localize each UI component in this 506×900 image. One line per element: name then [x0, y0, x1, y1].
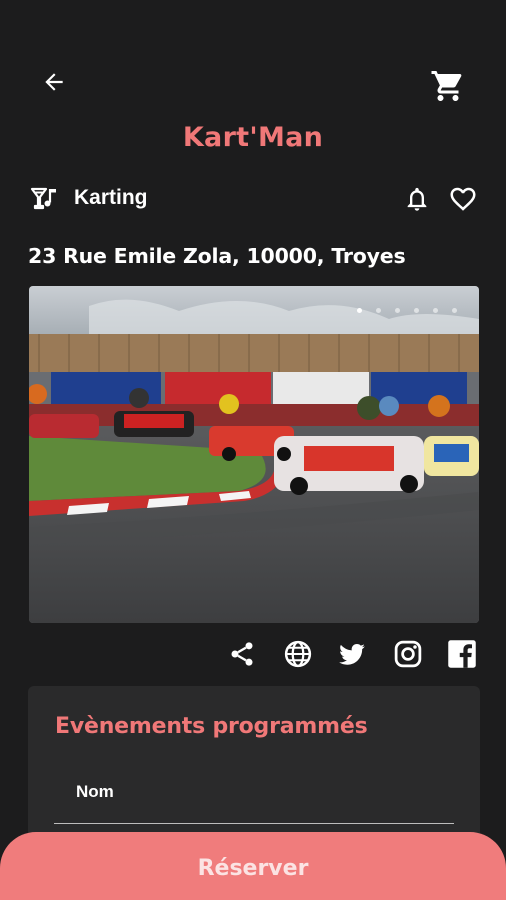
- carousel-dot[interactable]: [433, 308, 438, 313]
- back-button[interactable]: [34, 62, 74, 102]
- page-title: Kart'Man: [182, 122, 324, 153]
- website-button[interactable]: [282, 638, 314, 670]
- column-header-name: Nom: [76, 782, 114, 801]
- cart-button[interactable]: [428, 66, 468, 106]
- category-label: Karting: [74, 186, 148, 209]
- bell-icon: [407, 187, 427, 211]
- karting-photo: [29, 286, 479, 623]
- instagram-button[interactable]: [392, 638, 424, 670]
- notify-button[interactable]: [400, 182, 434, 216]
- carousel-indicator: [357, 308, 457, 313]
- carousel-dot[interactable]: [414, 308, 419, 313]
- category-row: Karting: [28, 182, 148, 214]
- cocktail-music-icon: [28, 182, 60, 214]
- facebook-icon: [448, 640, 476, 668]
- heart-icon: [450, 187, 476, 211]
- twitter-button[interactable]: [336, 638, 368, 670]
- shopping-cart-icon: [431, 71, 462, 101]
- carousel-dot[interactable]: [452, 308, 457, 313]
- arrow-left-icon: [45, 73, 63, 91]
- globe-icon: [284, 640, 312, 668]
- carousel-dot[interactable]: [376, 308, 381, 313]
- carousel-dot[interactable]: [357, 308, 362, 313]
- twitter-icon: [339, 643, 365, 665]
- share-icon: [231, 642, 253, 666]
- carousel-dot[interactable]: [395, 308, 400, 313]
- photo-carousel[interactable]: [29, 286, 479, 623]
- share-button[interactable]: [226, 638, 258, 670]
- instagram-icon: [394, 640, 422, 668]
- reserve-button[interactable]: Réserver: [0, 832, 506, 900]
- reserve-label: Réserver: [197, 856, 309, 881]
- favorite-button[interactable]: [446, 182, 480, 216]
- facebook-button[interactable]: [446, 638, 478, 670]
- events-title: Evènements programmés: [55, 714, 368, 739]
- divider: [54, 823, 454, 824]
- address-text: 23 Rue Emile Zola, 10000, Troyes: [28, 244, 406, 268]
